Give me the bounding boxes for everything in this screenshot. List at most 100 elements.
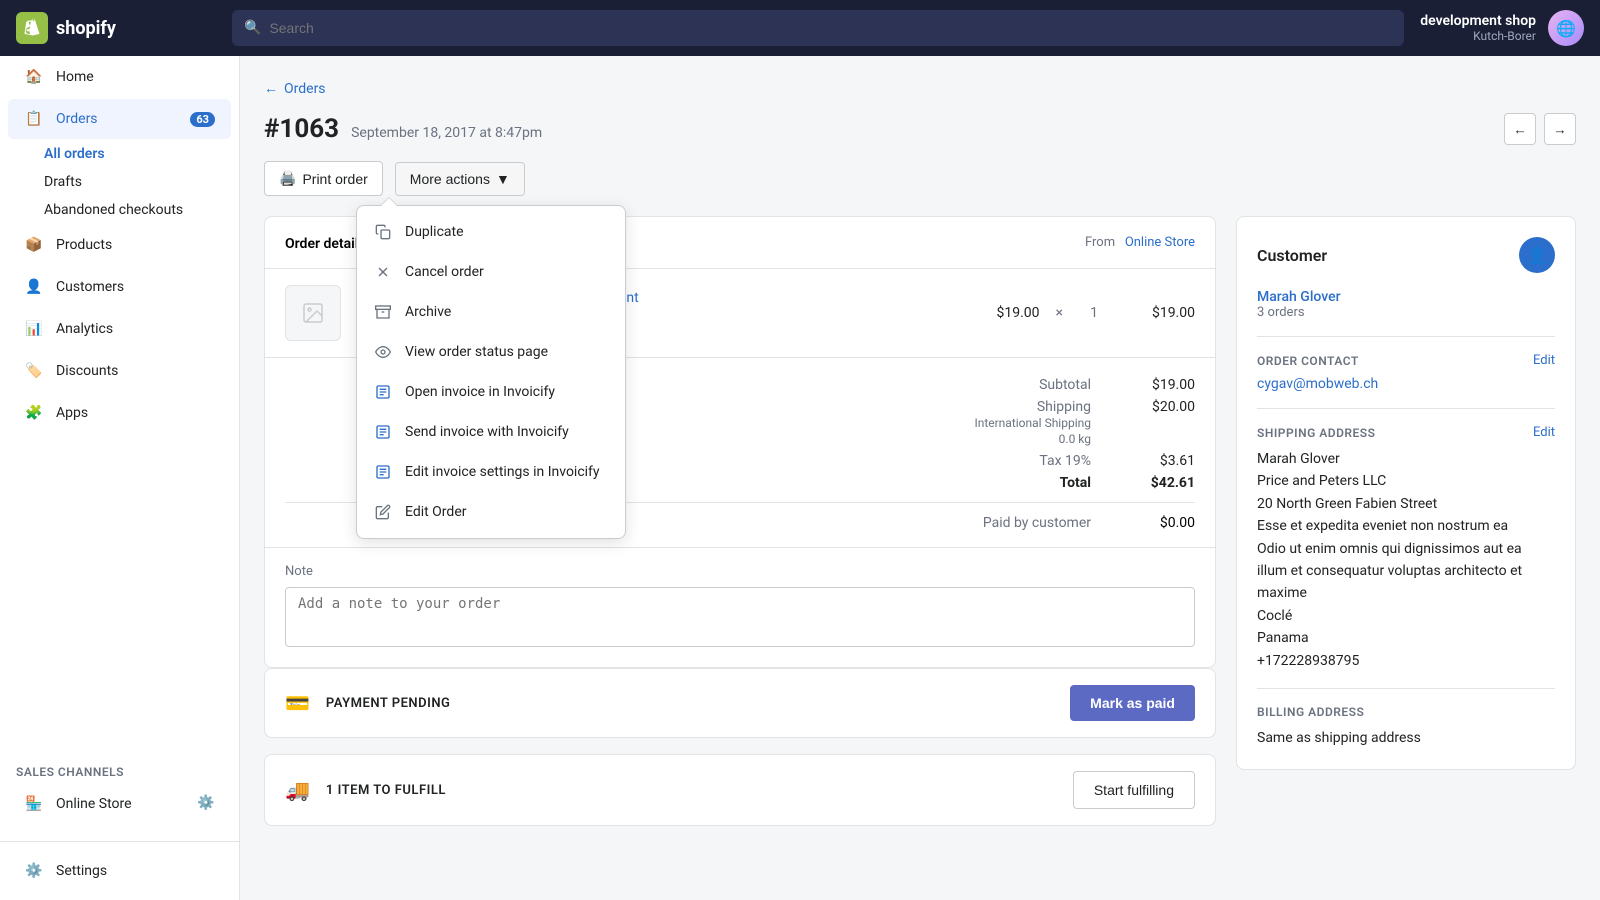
sales-channels-label: SALES CHANNELS [0,749,239,783]
shop-info: development shop Kutch-Borer [1420,13,1536,43]
orders-sub-nav: All orders Drafts Abandoned checkouts [0,140,239,224]
product-image [285,285,341,341]
sidebar-item-products[interactable]: 📦 Products [8,225,231,265]
apps-label: Apps [56,405,88,421]
breadcrumb-label: Orders [284,81,326,97]
cancel-label: Cancel order [405,264,484,280]
dropdown-item-cancel[interactable]: Cancel order [357,252,625,292]
from-label: From [1085,235,1115,250]
sidebar-item-drafts[interactable]: Drafts [44,168,239,196]
sidebar-item-customers[interactable]: 👤 Customers [8,267,231,307]
shipping-edit-link[interactable]: Edit [1533,425,1555,440]
customer-card: Customer 👤 Marah Glover 3 orders ORDER C… [1236,216,1576,770]
print-order-button[interactable]: 🖨️ Print order [264,161,383,196]
start-fulfilling-button[interactable]: Start fulfilling [1073,771,1195,809]
breadcrumb[interactable]: ← Orders [264,80,1576,97]
chevron-down-icon: ▼ [496,171,510,187]
discounts-label: Discounts [56,363,118,379]
price-qty-separator: × [1056,305,1063,321]
open-invoice-label: Open invoice in Invoicify [405,384,555,400]
prev-order-button[interactable]: ← [1504,113,1536,145]
customer-title: Customer [1257,246,1327,265]
cancel-icon [373,262,393,282]
customer-header: Customer 👤 [1257,237,1555,273]
dropdown-item-archive[interactable]: Archive [357,292,625,332]
contact-label: ORDER CONTACT [1257,354,1359,368]
order-details-title: Order details [285,236,366,252]
note-input[interactable] [285,587,1195,647]
sidebar-item-all-orders[interactable]: All orders [44,140,239,168]
dropdown-item-send-invoice[interactable]: Send invoice with Invoicify [357,412,625,452]
duplicate-icon [373,222,393,242]
more-actions-label: More actions [410,171,490,187]
eye-icon [373,342,393,362]
product-price: $19.00 [970,305,1040,321]
analytics-label: Analytics [56,321,113,337]
send-invoice-icon [373,422,393,442]
dropdown-item-open-invoice[interactable]: Open invoice in Invoicify [357,372,625,412]
contact-section-row: ORDER CONTACT Edit [1257,353,1555,368]
total-label: Total [911,475,1091,491]
contact-edit-link[interactable]: Edit [1533,353,1555,368]
customer-name[interactable]: Marah Glover [1257,289,1555,305]
billing-address-label: BILLING ADDRESS [1257,705,1364,719]
products-label: Products [56,237,112,253]
shopify-logo-icon [16,12,48,44]
sidebar-item-discounts[interactable]: 🏷️ Discounts [8,351,231,391]
more-actions-button[interactable]: More actions ▼ [395,162,525,196]
more-actions-dropdown: Duplicate Cancel order Archive [356,205,626,539]
order-header: #1063 September 18, 2017 at 8:47pm ← → [264,113,1576,145]
right-column: Customer 👤 Marah Glover 3 orders ORDER C… [1236,216,1576,826]
shop-sub: Kutch-Borer [1420,29,1536,43]
sidebar-item-orders[interactable]: 📋 Orders 63 [8,99,231,139]
sidebar-item-settings[interactable]: ⚙️ Settings [8,851,231,891]
settings-label: Settings [56,863,107,879]
discounts-icon: 🏷️ [24,361,44,381]
paid-label: Paid by customer [911,515,1091,531]
settings-icon: ⚙️ [24,861,44,881]
next-order-button[interactable]: → [1544,113,1576,145]
dropdown-item-edit-order[interactable]: Edit Order [357,492,625,532]
shipping-address-section: SHIPPING ADDRESS Edit Marah Glover Price… [1257,408,1555,672]
shipping-address-label: SHIPPING ADDRESS [1257,426,1375,440]
dropdown-arrow [381,198,397,206]
shipping-address: Marah Glover Price and Peters LLC 20 Nor… [1257,448,1555,672]
contact-email[interactable]: cygav@mobweb.ch [1257,376,1555,392]
note-section: Note [265,547,1215,667]
billing-address: Same as shipping address [1257,727,1555,749]
sidebar-item-abandoned[interactable]: Abandoned checkouts [44,196,239,224]
product-qty: 1 [1079,305,1109,321]
search-bar[interactable]: 🔍 [232,10,1404,46]
customer-avatar: 👤 [1519,237,1555,273]
sidebar-item-online-store[interactable]: 🏪 Online Store ⚙️ [8,784,231,824]
sidebar-item-home[interactable]: 🏠 Home [8,57,231,97]
main-content: ← Orders #1063 September 18, 2017 at 8:4… [240,56,1600,900]
back-arrow-icon: ← [264,80,278,97]
logo-text: shopify [56,18,116,39]
order-number: #1063 [264,114,339,144]
orders-icon: 📋 [24,109,44,129]
edit-order-icon [373,502,393,522]
edit-invoice-icon [373,462,393,482]
avatar: 🌐 [1548,10,1584,46]
truck-icon: 🚚 [285,778,310,802]
tax-label: Tax 19% [911,453,1091,469]
dropdown-item-duplicate[interactable]: Duplicate [357,212,625,252]
nav-arrows: ← → [1504,113,1576,145]
apps-icon: 🧩 [24,403,44,423]
search-input[interactable] [269,20,1392,36]
print-icon: 🖨️ [279,170,296,187]
dropdown-item-view-status[interactable]: View order status page [357,332,625,372]
mark-as-paid-button[interactable]: Mark as paid [1070,685,1195,721]
sidebar-bottom: ⚙️ Settings [0,841,239,900]
payment-pending-label: PAYMENT PENDING [326,696,1054,711]
online-store-icon: 🏪 [24,794,44,814]
dropdown-item-edit-invoice-settings[interactable]: Edit invoice settings in Invoicify [357,452,625,492]
sidebar-item-analytics[interactable]: 📊 Analytics [8,309,231,349]
archive-icon [373,302,393,322]
from-store: From Online Store [1085,235,1195,250]
fulfill-count-label: 1 ITEM TO FULFILL [326,783,1057,798]
layout: 🏠 Home 📋 Orders 63 All orders Drafts Aba… [0,56,1600,900]
archive-label: Archive [405,304,451,320]
sidebar-item-apps[interactable]: 🧩 Apps [8,393,231,433]
